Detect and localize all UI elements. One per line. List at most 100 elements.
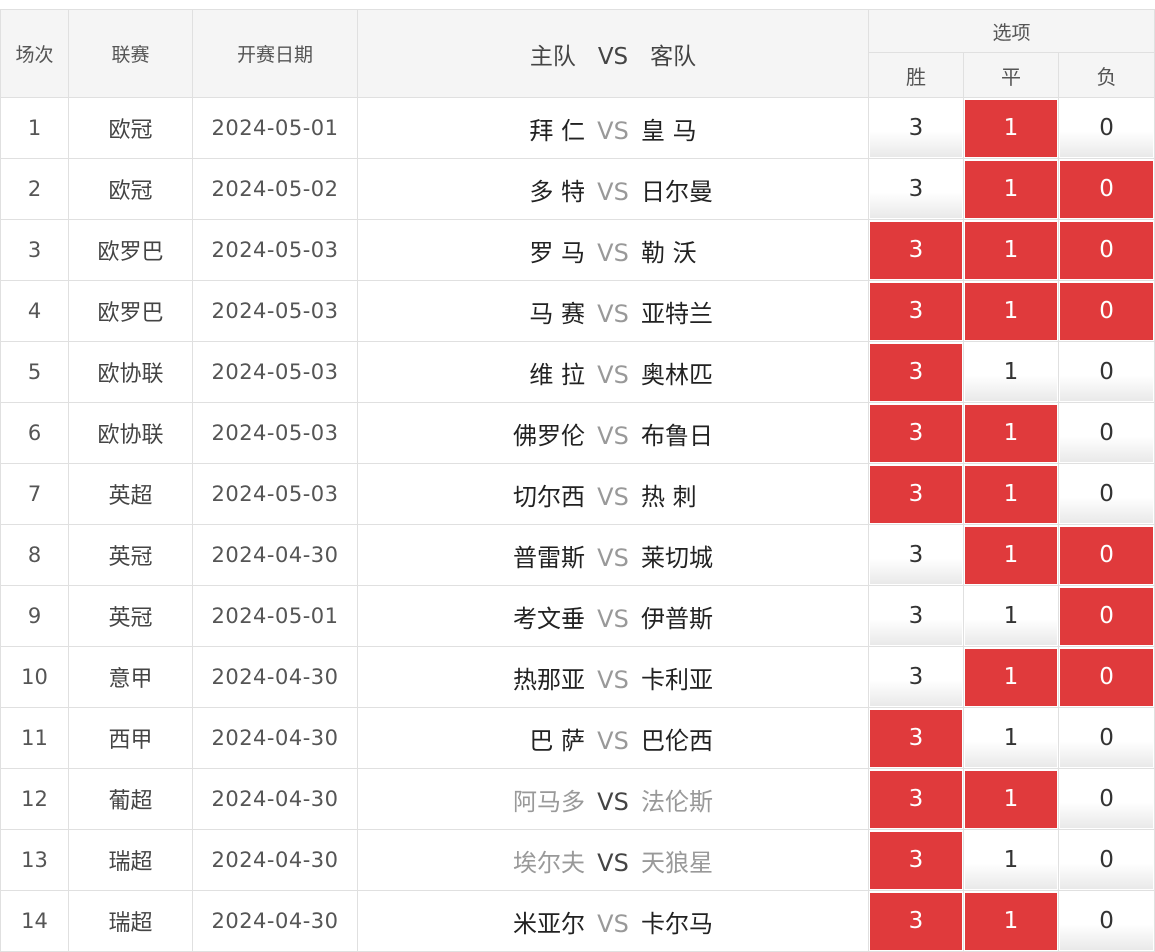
loss-cell[interactable]: 0	[1057, 707, 1155, 769]
win-cell[interactable]: 3	[868, 585, 964, 647]
win-cell[interactable]: 3	[868, 402, 964, 464]
header-league: 联赛	[68, 9, 193, 98]
draw-option[interactable]: 1	[965, 831, 1057, 889]
draw-option[interactable]: 1	[965, 282, 1057, 340]
win-cell[interactable]: 3	[868, 890, 964, 952]
draw-option[interactable]: 1	[965, 465, 1057, 523]
loss-option[interactable]: 0	[1060, 343, 1154, 401]
draw-cell[interactable]: 1	[963, 463, 1059, 525]
win-cell[interactable]: 3	[868, 219, 964, 281]
loss-cell[interactable]: 0	[1057, 890, 1155, 952]
win-cell[interactable]: 3	[868, 341, 964, 403]
win-option[interactable]: 3	[870, 282, 962, 340]
win-cell[interactable]: 3	[868, 829, 964, 891]
loss-cell[interactable]: 0	[1057, 280, 1155, 342]
win-cell[interactable]: 3	[868, 768, 964, 830]
draw-cell[interactable]: 1	[963, 158, 1059, 220]
draw-cell[interactable]: 1	[963, 890, 1059, 952]
table-row: 4 欧罗巴 2024-05-03 马 赛 VS 亚特兰 3 1 0	[0, 280, 1155, 342]
draw-option[interactable]: 1	[965, 160, 1057, 218]
draw-cell[interactable]: 1	[963, 280, 1059, 342]
win-option[interactable]: 3	[870, 160, 962, 218]
loss-cell[interactable]: 0	[1057, 402, 1155, 464]
draw-option[interactable]: 1	[965, 770, 1057, 828]
draw-cell[interactable]: 1	[963, 402, 1059, 464]
table-row: 3 欧罗巴 2024-05-03 罗 马 VS 勒 沃310	[0, 219, 1155, 281]
match-teams: 罗 马 VS 勒 沃	[357, 219, 869, 281]
draw-cell[interactable]: 1	[963, 707, 1059, 769]
draw-option[interactable]: 1	[965, 709, 1057, 767]
draw-option[interactable]: 1	[965, 892, 1057, 950]
win-cell[interactable]: 3	[868, 524, 964, 586]
draw-cell[interactable]: 1	[963, 768, 1059, 830]
loss-option[interactable]: 0	[1060, 282, 1154, 340]
win-option[interactable]: 3	[870, 465, 962, 523]
loss-cell[interactable]: 0	[1057, 219, 1155, 281]
loss-cell[interactable]: 0	[1057, 646, 1155, 708]
loss-option[interactable]: 0	[1060, 99, 1154, 157]
draw-option[interactable]: 1	[965, 526, 1057, 584]
away-team: 巴伦西	[641, 726, 713, 755]
away-team: 勒 沃	[641, 238, 697, 267]
win-option[interactable]: 3	[870, 648, 962, 706]
win-option[interactable]: 3	[870, 404, 962, 462]
win-option[interactable]: 3	[870, 770, 962, 828]
loss-option[interactable]: 0	[1060, 648, 1154, 706]
draw-option[interactable]: 1	[965, 343, 1057, 401]
table-row: 2 欧冠 2024-05-02 多 特 VS 日尔曼 3 1 0	[0, 158, 1155, 220]
away-team: 伊普斯	[641, 604, 713, 633]
win-option[interactable]: 3	[870, 587, 962, 645]
loss-option[interactable]: 0	[1060, 587, 1154, 645]
win-option[interactable]: 3	[870, 831, 962, 889]
loss-cell[interactable]: 0	[1057, 768, 1155, 830]
win-option[interactable]: 3	[870, 709, 962, 767]
loss-cell[interactable]: 0	[1057, 97, 1155, 159]
win-option[interactable]: 3	[870, 526, 962, 584]
loss-cell[interactable]: 0	[1057, 585, 1155, 647]
match-teams: 维 拉 VS 奥林匹	[357, 341, 869, 403]
draw-option[interactable]: 1	[965, 587, 1057, 645]
loss-option[interactable]: 0	[1060, 831, 1154, 889]
loss-option[interactable]: 0	[1060, 221, 1154, 279]
match-date: 2024-05-01	[192, 585, 358, 647]
loss-option[interactable]: 0	[1060, 770, 1154, 828]
loss-cell[interactable]: 0	[1057, 158, 1155, 220]
draw-cell[interactable]: 1	[963, 219, 1059, 281]
loss-option[interactable]: 0	[1060, 465, 1154, 523]
table-row: 8 英冠 2024-04-30 普雷斯 VS 莱切城 3 1 0	[0, 524, 1155, 586]
win-option[interactable]: 3	[870, 892, 962, 950]
loss-option[interactable]: 0	[1060, 892, 1154, 950]
loss-cell[interactable]: 0	[1057, 341, 1155, 403]
draw-cell[interactable]: 1	[963, 585, 1059, 647]
home-team: 维 拉	[529, 360, 585, 389]
loss-option[interactable]: 0	[1060, 160, 1154, 218]
win-cell[interactable]: 3	[868, 280, 964, 342]
draw-option[interactable]: 1	[965, 99, 1057, 157]
draw-option[interactable]: 1	[965, 221, 1057, 279]
loss-option[interactable]: 0	[1060, 709, 1154, 767]
draw-cell[interactable]: 1	[963, 97, 1059, 159]
win-cell[interactable]: 3	[868, 158, 964, 220]
match-index: 11	[0, 707, 69, 769]
home-team: 切尔西	[513, 482, 585, 511]
loss-option[interactable]: 0	[1060, 404, 1154, 462]
loss-cell[interactable]: 0	[1057, 524, 1155, 586]
draw-cell[interactable]: 1	[963, 829, 1059, 891]
draw-option[interactable]: 1	[965, 404, 1057, 462]
loss-cell[interactable]: 0	[1057, 463, 1155, 525]
win-cell[interactable]: 3	[868, 463, 964, 525]
home-team: 佛罗伦	[513, 421, 585, 450]
draw-option[interactable]: 1	[965, 648, 1057, 706]
draw-cell[interactable]: 1	[963, 524, 1059, 586]
loss-option[interactable]: 0	[1060, 526, 1154, 584]
win-option[interactable]: 3	[870, 343, 962, 401]
draw-cell[interactable]: 1	[963, 341, 1059, 403]
win-option[interactable]: 3	[870, 99, 962, 157]
win-cell[interactable]: 3	[868, 97, 964, 159]
win-cell[interactable]: 3	[868, 646, 964, 708]
draw-cell[interactable]: 1	[963, 646, 1059, 708]
win-cell[interactable]: 3	[868, 707, 964, 769]
loss-cell[interactable]: 0	[1057, 829, 1155, 891]
win-option[interactable]: 3	[870, 221, 962, 279]
header-home: 主队	[529, 43, 576, 70]
